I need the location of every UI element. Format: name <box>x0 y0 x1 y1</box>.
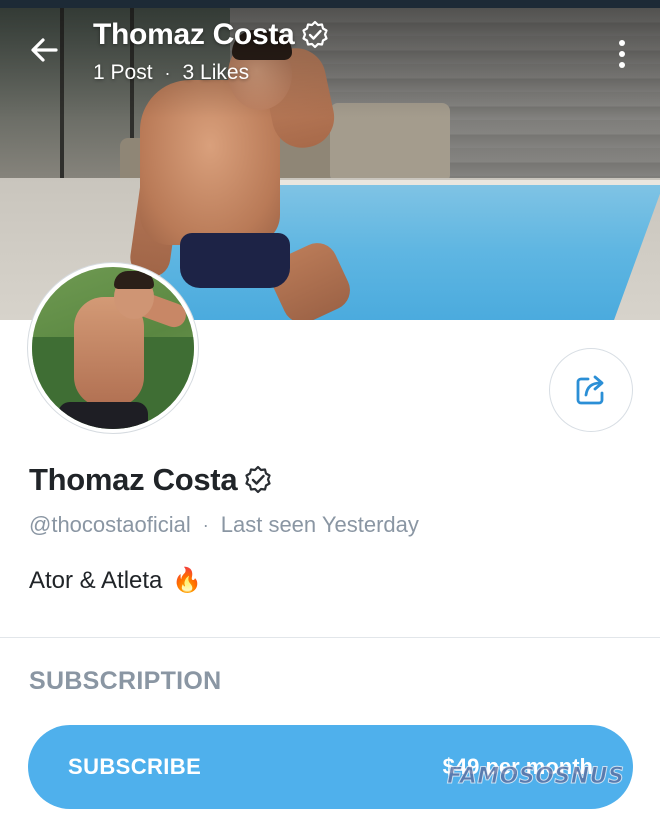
avatar-image <box>32 267 194 429</box>
verified-badge-icon <box>302 20 329 49</box>
profile-meta: @thocostaoficial · Last seen Yesterday <box>29 512 419 538</box>
subscription-section-title: SUBSCRIPTION <box>29 667 222 695</box>
watermark: FAMOSOSNUS <box>446 764 625 790</box>
separator-dot: · <box>202 514 209 535</box>
last-seen: Last seen Yesterday <box>220 512 419 537</box>
header-stats: 1 Post · 3 Likes <box>93 61 249 85</box>
divider <box>0 637 660 638</box>
verified-badge-icon <box>245 465 271 494</box>
header-title: Thomaz Costa <box>93 18 330 52</box>
back-button[interactable] <box>24 30 64 70</box>
profile-name: Thomaz Costa <box>29 462 238 497</box>
post-count: 1 Post <box>93 61 153 84</box>
separator-dot: · <box>164 62 171 83</box>
avatar[interactable] <box>27 262 199 434</box>
profile-handle: @thocostaoficial <box>29 512 191 537</box>
arrow-left-icon <box>31 38 58 62</box>
more-vertical-icon <box>619 40 625 46</box>
bio-text: Ator & Atleta <box>29 566 163 594</box>
profile-name-row: Thomaz Costa <box>29 462 273 498</box>
profile-bio: Ator & Atleta 🔥 <box>29 566 202 595</box>
share-button[interactable] <box>549 348 633 432</box>
status-bar <box>0 0 660 8</box>
like-count: 3 Likes <box>182 61 250 84</box>
more-options-button[interactable] <box>606 34 638 74</box>
subscribe-label: SUBSCRIBE <box>68 754 202 779</box>
share-icon <box>576 375 604 405</box>
header-name: Thomaz Costa <box>93 18 295 51</box>
fire-icon: 🔥 <box>172 567 203 594</box>
